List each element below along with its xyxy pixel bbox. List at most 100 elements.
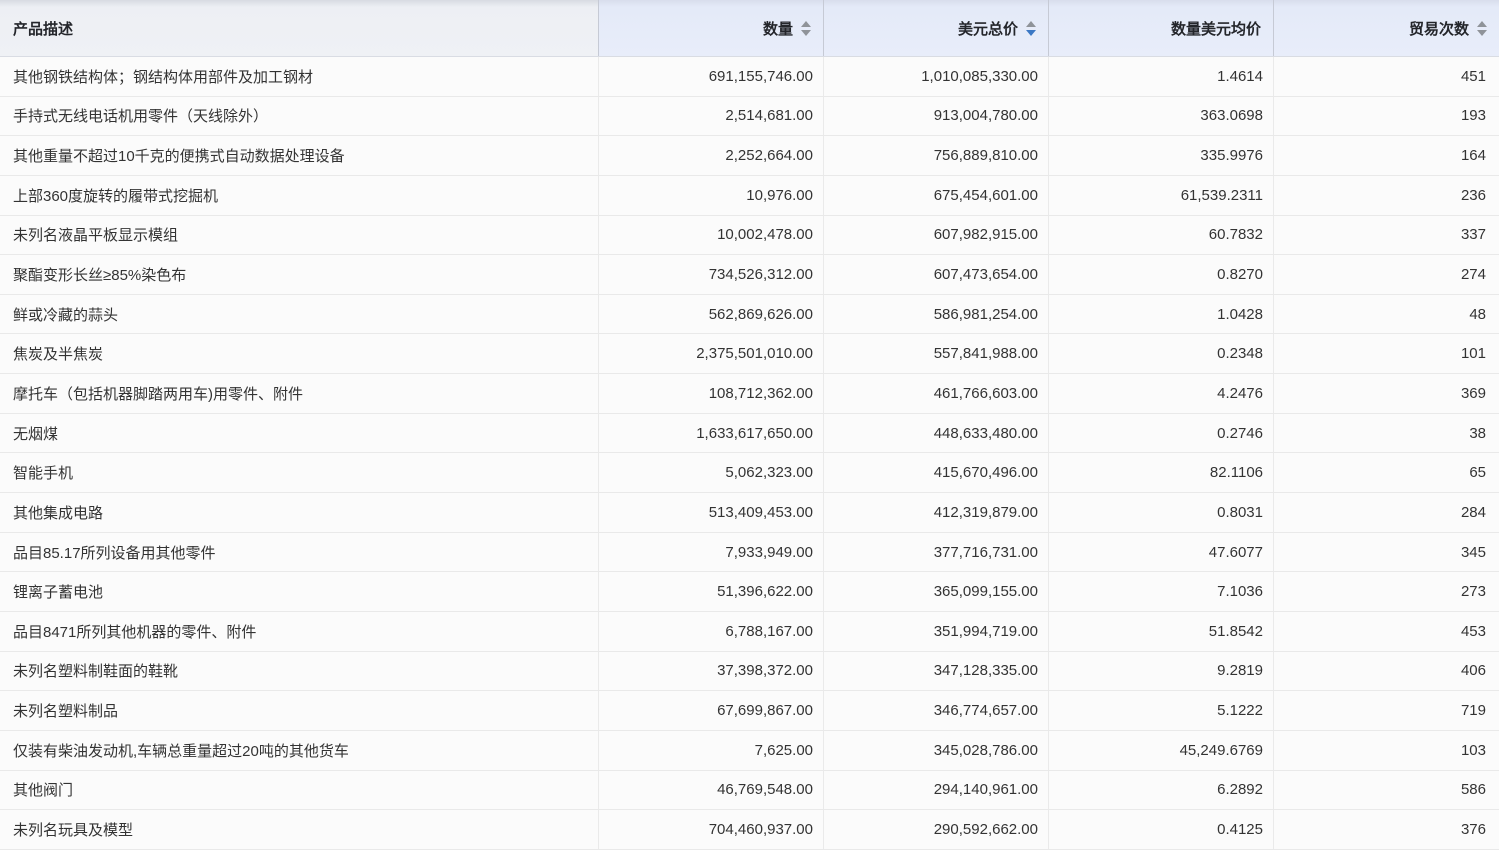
column-header-trade-count[interactable]: 贸易次数 [1273, 0, 1499, 56]
trade-count-cell: 453 [1273, 612, 1499, 652]
column-label: 产品描述 [13, 18, 73, 39]
product-description-cell: 智能手机 [0, 453, 598, 493]
quantity-cell: 5,062,323.00 [598, 453, 823, 493]
column-label: 美元总价 [958, 18, 1018, 39]
trade-count-cell: 451 [1273, 57, 1499, 97]
quantity-cell: 562,869,626.00 [598, 295, 823, 335]
trade-count-cell: 48 [1273, 295, 1499, 335]
product-description-cell: 聚酯变形长丝≥85%染色布 [0, 255, 598, 295]
usd-total-cell: 1,010,085,330.00 [823, 57, 1048, 97]
avg-unit-price-cell: 0.8031 [1048, 493, 1273, 533]
avg-unit-price-cell: 47.6077 [1048, 533, 1273, 573]
quantity-cell: 513,409,453.00 [598, 493, 823, 533]
column-header-avg-unit-price: 数量美元均价 [1048, 0, 1273, 56]
product-description-cell: 未列名塑料制品 [0, 691, 598, 731]
usd-total-cell: 290,592,662.00 [823, 810, 1048, 850]
product-description-cell: 仅装有柴油发动机,车辆总重量超过20吨的其他货车 [0, 731, 598, 771]
column-header-quantity[interactable]: 数量 [598, 0, 823, 56]
avg-unit-price-cell: 4.2476 [1048, 374, 1273, 414]
quantity-cell: 2,375,501,010.00 [598, 334, 823, 374]
usd-total-cell: 377,716,731.00 [823, 533, 1048, 573]
product-description-cell: 焦炭及半焦炭 [0, 334, 598, 374]
avg-unit-price-cell: 0.8270 [1048, 255, 1273, 295]
quantity-cell: 37,398,372.00 [598, 652, 823, 692]
quantity-cell: 734,526,312.00 [598, 255, 823, 295]
trade-count-cell: 38 [1273, 414, 1499, 454]
quantity-cell: 704,460,937.00 [598, 810, 823, 850]
trade-count-cell: 719 [1273, 691, 1499, 731]
quantity-cell: 2,252,664.00 [598, 136, 823, 176]
product-description-cell: 其他重量不超过10千克的便携式自动数据处理设备 [0, 136, 598, 176]
product-description-cell: 未列名玩具及模型 [0, 810, 598, 850]
avg-unit-price-cell: 5.1222 [1048, 691, 1273, 731]
usd-total-cell: 351,994,719.00 [823, 612, 1048, 652]
trade-count-cell: 101 [1273, 334, 1499, 374]
trade-count-cell: 369 [1273, 374, 1499, 414]
trade-count-cell: 236 [1273, 176, 1499, 216]
product-description-cell: 其他钢铁结构体；钢结构体用部件及加工钢材 [0, 57, 598, 97]
column-header-usd-total[interactable]: 美元总价 [823, 0, 1048, 56]
trade-count-cell: 337 [1273, 216, 1499, 256]
avg-unit-price-cell: 51.8542 [1048, 612, 1273, 652]
product-description-cell: 品目8471所列其他机器的零件、附件 [0, 612, 598, 652]
trade-count-cell: 273 [1273, 572, 1499, 612]
quantity-cell: 108,712,362.00 [598, 374, 823, 414]
avg-unit-price-cell: 1.0428 [1048, 295, 1273, 335]
quantity-cell: 10,976.00 [598, 176, 823, 216]
column-label: 数量 [763, 18, 793, 39]
usd-total-cell: 557,841,988.00 [823, 334, 1048, 374]
avg-unit-price-cell: 1.4614 [1048, 57, 1273, 97]
product-description-cell: 其他集成电路 [0, 493, 598, 533]
usd-total-cell: 607,982,915.00 [823, 216, 1048, 256]
quantity-cell: 7,625.00 [598, 731, 823, 771]
trade-count-cell: 406 [1273, 652, 1499, 692]
trade-count-cell: 376 [1273, 810, 1499, 850]
column-label: 数量美元均价 [1171, 18, 1261, 39]
trade-count-cell: 193 [1273, 97, 1499, 137]
quantity-cell: 691,155,746.00 [598, 57, 823, 97]
usd-total-cell: 756,889,810.00 [823, 136, 1048, 176]
product-description-cell: 品目85.17所列设备用其他零件 [0, 533, 598, 573]
avg-unit-price-cell: 82.1106 [1048, 453, 1273, 493]
product-description-cell: 鲜或冷藏的蒜头 [0, 295, 598, 335]
avg-unit-price-cell: 0.2348 [1048, 334, 1273, 374]
usd-total-cell: 461,766,603.00 [823, 374, 1048, 414]
product-description-cell: 未列名液晶平板显示模组 [0, 216, 598, 256]
sort-icon[interactable] [801, 21, 811, 36]
quantity-cell: 7,933,949.00 [598, 533, 823, 573]
avg-unit-price-cell: 60.7832 [1048, 216, 1273, 256]
usd-total-cell: 913,004,780.00 [823, 97, 1048, 137]
column-label: 贸易次数 [1409, 18, 1469, 39]
quantity-cell: 10,002,478.00 [598, 216, 823, 256]
trade-count-cell: 345 [1273, 533, 1499, 573]
quantity-cell: 2,514,681.00 [598, 97, 823, 137]
usd-total-cell: 365,099,155.00 [823, 572, 1048, 612]
avg-unit-price-cell: 9.2819 [1048, 652, 1273, 692]
usd-total-cell: 294,140,961.00 [823, 771, 1048, 811]
product-description-cell: 未列名塑料制鞋面的鞋靴 [0, 652, 598, 692]
avg-unit-price-cell: 363.0698 [1048, 97, 1273, 137]
trade-count-cell: 284 [1273, 493, 1499, 533]
usd-total-cell: 675,454,601.00 [823, 176, 1048, 216]
usd-total-cell: 346,774,657.00 [823, 691, 1048, 731]
trade-count-cell: 65 [1273, 453, 1499, 493]
avg-unit-price-cell: 335.9976 [1048, 136, 1273, 176]
trade-count-cell: 103 [1273, 731, 1499, 771]
avg-unit-price-cell: 0.4125 [1048, 810, 1273, 850]
usd-total-cell: 345,028,786.00 [823, 731, 1048, 771]
product-description-cell: 上部360度旋转的履带式挖掘机 [0, 176, 598, 216]
quantity-cell: 1,633,617,650.00 [598, 414, 823, 454]
usd-total-cell: 607,473,654.00 [823, 255, 1048, 295]
product-description-cell: 其他阀门 [0, 771, 598, 811]
quantity-cell: 6,788,167.00 [598, 612, 823, 652]
sort-icon[interactable] [1477, 21, 1487, 36]
sort-icon[interactable] [1026, 21, 1036, 36]
avg-unit-price-cell: 7.1036 [1048, 572, 1273, 612]
avg-unit-price-cell: 45,249.6769 [1048, 731, 1273, 771]
quantity-cell: 51,396,622.00 [598, 572, 823, 612]
usd-total-cell: 448,633,480.00 [823, 414, 1048, 454]
quantity-cell: 67,699,867.00 [598, 691, 823, 731]
trade-count-cell: 586 [1273, 771, 1499, 811]
usd-total-cell: 347,128,335.00 [823, 652, 1048, 692]
usd-total-cell: 415,670,496.00 [823, 453, 1048, 493]
